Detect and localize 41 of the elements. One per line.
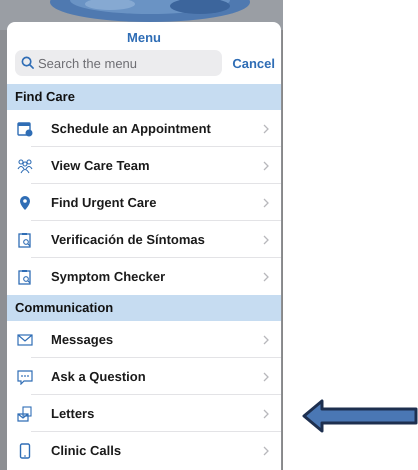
phone-icon <box>17 442 33 458</box>
people-icon <box>17 158 33 174</box>
menu-item-label: Find Urgent Care <box>51 195 158 210</box>
menu-item[interactable]: Ask a Question <box>7 358 281 395</box>
chevron-icon <box>263 160 269 170</box>
menu-item[interactable]: Schedule an Appointment <box>7 110 281 147</box>
menu-item[interactable]: View Care Team <box>7 147 281 184</box>
chevron-icon <box>263 446 269 456</box>
chevron-icon <box>263 372 269 382</box>
cancel-button[interactable]: Cancel <box>222 56 275 70</box>
chevron-icon <box>263 272 269 282</box>
menu-item[interactable]: Verificación de Síntomas <box>7 221 281 258</box>
menu-item-label: Schedule an Appointment <box>51 121 212 136</box>
menu-item-label: View Care Team <box>51 158 151 173</box>
location-pin-icon <box>17 194 33 210</box>
menu-item[interactable]: Clinic Calls <box>7 432 281 469</box>
clipboard-search-icon <box>17 232 33 248</box>
menu-item-label: Messages <box>51 332 114 347</box>
clipboard-search-icon <box>17 268 33 284</box>
menu-item[interactable]: Messages <box>7 321 281 358</box>
chat-bubble-icon <box>17 368 33 384</box>
section-header: Communication <box>7 295 281 321</box>
menu-item[interactable]: Find Urgent Care <box>7 184 281 221</box>
menu-item-label: Clinic Calls <box>51 443 122 458</box>
menu-item-label: Symptom Checker <box>51 269 166 284</box>
menu-item-label: Letters <box>51 406 96 421</box>
menu-title: Menu <box>126 30 162 46</box>
menu-item-label: Ask a Question <box>51 369 147 384</box>
section-header: Find Care <box>7 84 281 110</box>
menu-item[interactable]: Letters <box>7 395 281 432</box>
chevron-icon <box>263 408 269 418</box>
chevron-icon <box>263 334 269 344</box>
envelope-icon <box>17 332 33 348</box>
chevron-icon <box>263 234 269 244</box>
letter-icon <box>17 406 33 422</box>
chevron-icon <box>263 198 269 208</box>
calendar-icon <box>17 120 33 136</box>
menu-item-label: Verificación de Síntomas <box>51 232 206 247</box>
menu-item[interactable]: Symptom Checker <box>7 258 281 295</box>
chevron-icon <box>263 124 269 134</box>
search-field[interactable]: Search the menu <box>15 50 222 76</box>
